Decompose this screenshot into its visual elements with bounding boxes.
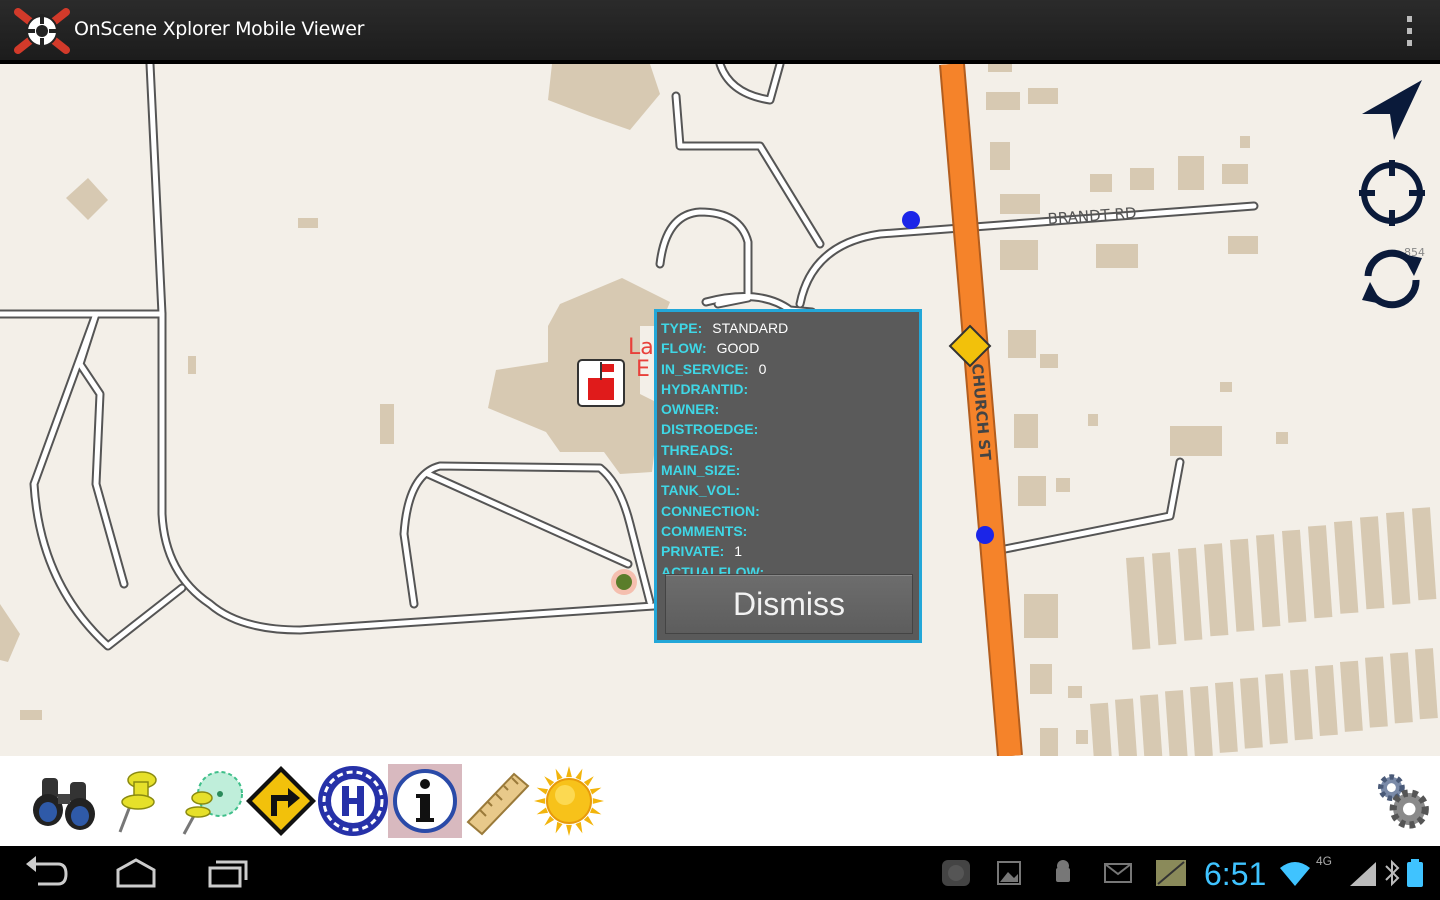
popup-field-key: TANK_VOL: (661, 482, 741, 499)
popup-field-row: THREADS: (661, 440, 917, 460)
popup-field-list: TYPE: STANDARD FLOW: GOOD IN_SERVICE: 0 HYDRAN… (661, 318, 917, 574)
settings-button[interactable] (1370, 764, 1436, 838)
pushpin-tool[interactable] (100, 764, 174, 838)
popup-field-key: FLOW: (661, 340, 707, 357)
back-icon[interactable] (22, 854, 70, 892)
tool-bar (0, 756, 1440, 846)
daylight-tool[interactable] (532, 764, 606, 838)
android-icon (1056, 860, 1070, 882)
popup-field-value: STANDARD (712, 320, 789, 336)
binoculars-icon (33, 778, 95, 830)
popup-field-row: COMMENTS: (661, 521, 917, 541)
binoculars-tool[interactable] (28, 764, 102, 838)
popup-field-key: ACTUALFLOW: (661, 563, 765, 574)
bluetooth-icon (1385, 859, 1400, 887)
hydrant-info-popup: TYPE: STANDARD FLOW: GOOD IN_SERVICE: 0 HYDRAN… (654, 309, 922, 643)
hospital-icon (318, 766, 388, 836)
popup-field-row: OWNER: (661, 399, 917, 419)
popup-field-key: MAIN_SIZE: (661, 462, 741, 479)
popup-field-key: OWNER: (661, 401, 720, 418)
pushpin-icon (118, 771, 157, 833)
popup-field-row: FLOW: GOOD (661, 338, 917, 358)
sun-icon (534, 766, 604, 836)
popup-field-row: IN_SERVICE: 0 (661, 359, 917, 379)
school-flag-icon[interactable] (577, 359, 625, 407)
mail-icon (1104, 863, 1132, 883)
network-type-label: 4G (1316, 854, 1333, 868)
locate-me-icon[interactable] (1356, 158, 1426, 228)
hydrant-point[interactable] (902, 211, 920, 229)
popup-field-row: HYDRANTID: (661, 379, 917, 399)
popup-field-value: 1 (734, 543, 743, 560)
popup-field-key: DISTROEDGE: (661, 421, 759, 438)
cell-signal-icon (1350, 862, 1376, 886)
gallery-icon (997, 861, 1021, 885)
popup-field-row: PRIVATE: 1 (661, 541, 917, 561)
popup-field-key: THREADS: (661, 441, 734, 458)
signal-app-icon (1156, 860, 1186, 886)
row-buildings (1090, 507, 1438, 756)
hydrant-point[interactable] (976, 526, 994, 544)
title-bar: OnScene Xplorer Mobile Viewer (0, 0, 1440, 62)
buildings (0, 64, 1288, 756)
road-label-brandt: BRANDT RD (1047, 204, 1137, 228)
battery-icon (1407, 859, 1423, 887)
popup-field-row: ACTUALFLOW: (661, 562, 917, 574)
dismiss-button[interactable]: Dismiss (665, 574, 913, 634)
home-icon[interactable] (112, 854, 160, 892)
poi-label-partial-2: E (636, 357, 650, 382)
info-tool[interactable] (388, 764, 462, 838)
selected-hydrant-point[interactable] (611, 569, 637, 595)
info-icon (393, 769, 457, 833)
system-nav-bar: 6:51 4G (0, 846, 1440, 900)
popup-field-key: COMMENTS: (661, 522, 748, 539)
popup-field-key: IN_SERVICE: (661, 360, 749, 377)
radius-pin-icon (182, 771, 243, 835)
popup-field-value: 0 (758, 360, 767, 377)
refresh-icon[interactable] (1356, 242, 1426, 312)
popup-field-key: HYDRANTID: (661, 380, 749, 397)
hospital-tool[interactable] (316, 764, 390, 838)
status-clock: 6:51 (1204, 856, 1267, 892)
gears-icon (1378, 774, 1429, 829)
radius-pin-tool[interactable] (174, 764, 248, 838)
popup-field-row: DISTROEDGE: (661, 419, 917, 439)
navigation-arrow-icon[interactable] (1358, 74, 1428, 144)
app-title: OnScene Xplorer Mobile Viewer (74, 18, 365, 40)
popup-field-value: GOOD (716, 340, 760, 357)
popup-field-key: TYPE: (661, 320, 703, 336)
measure-tool[interactable] (460, 764, 534, 838)
ruler-icon (466, 772, 530, 836)
popup-field-row: MAIN_SIZE: (661, 460, 917, 480)
popup-field-row: TYPE: STANDARD (661, 318, 917, 338)
turn-sign-icon (246, 766, 316, 836)
popup-field-key: PRIVATE: (661, 543, 725, 560)
wifi-icon (1280, 862, 1310, 886)
recent-apps-icon[interactable] (204, 854, 252, 892)
popup-field-key: CONNECTION: (661, 502, 760, 519)
popup-field-row: CONNECTION: (661, 501, 917, 521)
directions-tool[interactable] (244, 764, 318, 838)
popup-field-row: TANK_VOL: (661, 480, 917, 500)
overflow-menu-icon[interactable] (1402, 16, 1416, 46)
app-logo-icon (14, 8, 70, 54)
app-notification-icon (942, 860, 970, 886)
